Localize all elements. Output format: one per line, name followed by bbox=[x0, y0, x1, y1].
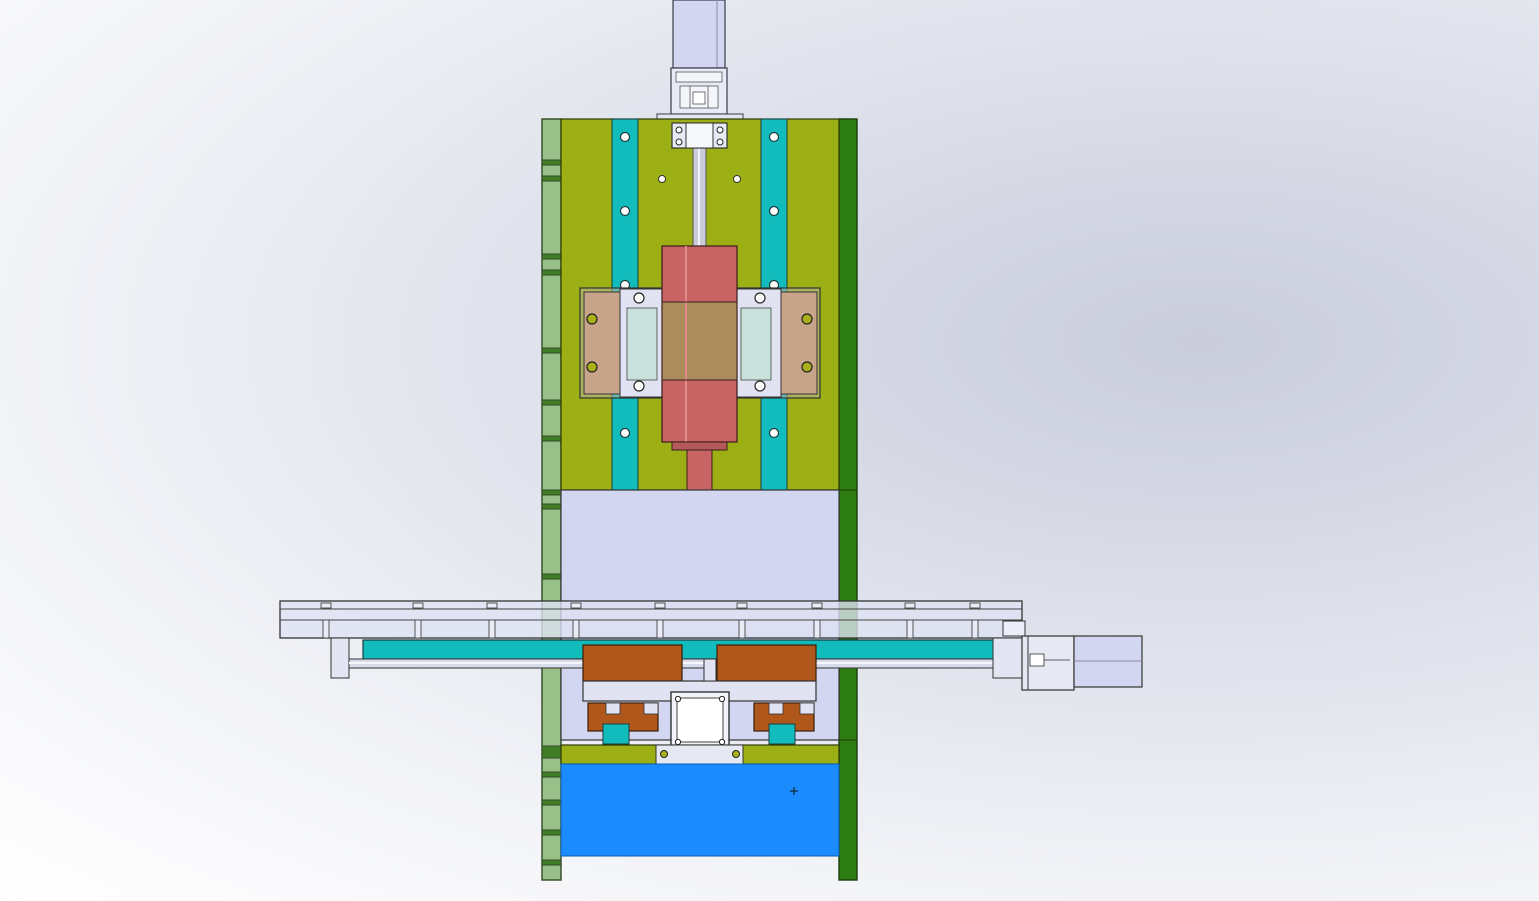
right-side-plate[interactable] bbox=[838, 118, 858, 881]
beam-bolt-shank bbox=[414, 619, 422, 639]
base-block-selected[interactable] bbox=[560, 763, 840, 857]
beam-bolt-shank bbox=[906, 619, 914, 639]
left-side-plate[interactable] bbox=[541, 118, 562, 881]
cad-graphics-area[interactable] bbox=[0, 0, 1539, 901]
beam-bolt-head bbox=[904, 602, 916, 609]
center-motor-mount[interactable] bbox=[670, 691, 730, 749]
beam-bolt-shank bbox=[813, 619, 821, 639]
side-motor-assembly[interactable] bbox=[1002, 620, 1143, 691]
machine-assembly-front-view[interactable] bbox=[0, 0, 1539, 901]
beam-bolt-shank bbox=[488, 619, 496, 639]
beam-bolt-shank bbox=[572, 619, 580, 639]
beam-bolt-shank bbox=[971, 619, 979, 639]
top-motor-assembly[interactable] bbox=[656, 0, 744, 121]
beam-bolt-shank bbox=[656, 619, 664, 639]
beam-bolt-shank bbox=[738, 619, 746, 639]
beam-bolt-shank bbox=[322, 619, 330, 639]
beam-bolt-head bbox=[570, 602, 582, 609]
horizontal-guide-beam[interactable] bbox=[279, 600, 1023, 639]
horizontal-rail-teal[interactable] bbox=[362, 639, 1012, 660]
beam-bolt-head bbox=[969, 602, 981, 609]
beam-bolt-head bbox=[486, 602, 498, 609]
base-support-strip[interactable] bbox=[560, 744, 840, 765]
beam-bolt-head bbox=[412, 602, 424, 609]
beam-bolt-head bbox=[736, 602, 748, 609]
beam-bolt-head bbox=[654, 602, 666, 609]
beam-bolt-head bbox=[320, 602, 332, 609]
beam-bolt-head bbox=[811, 602, 823, 609]
